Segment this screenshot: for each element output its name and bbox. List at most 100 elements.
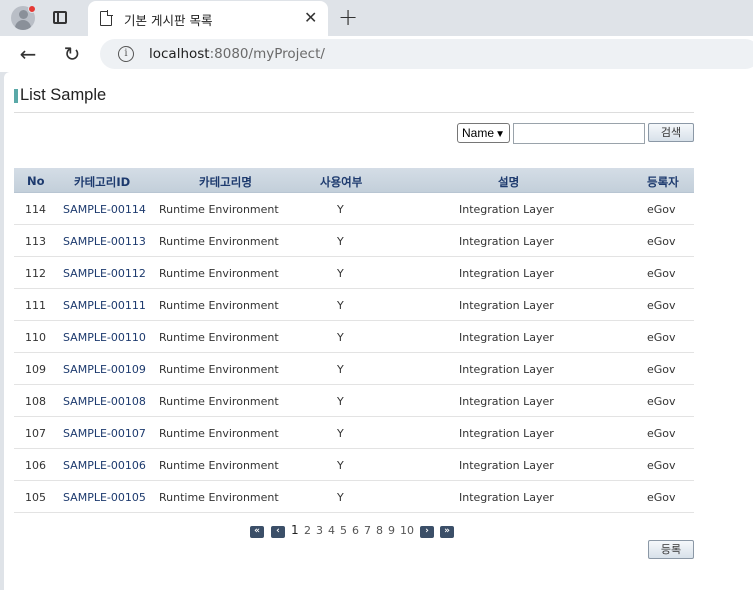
cell-category-id[interactable]: SAMPLE-00106 (63, 459, 146, 472)
cell-use-yn: Y (337, 299, 344, 312)
browser-toolbar: ← ↻ i localhost:8080/myProject/ (0, 36, 753, 72)
info-icon[interactable]: i (118, 46, 134, 62)
header-category-name[interactable]: 카테고리명 (199, 174, 252, 190)
page-number-current[interactable]: 1 (291, 523, 299, 537)
cell-category-id[interactable]: SAMPLE-00109 (63, 363, 146, 376)
cell-category-id[interactable]: SAMPLE-00105 (63, 491, 146, 504)
browser-tab-bar: 기본 게시판 목록 ✕ + (0, 0, 753, 36)
arrow-left-icon[interactable]: ← (16, 42, 40, 66)
cell-category-name: Runtime Environment (159, 267, 279, 280)
table-row[interactable]: 110 SAMPLE-00110 Runtime Environment Y Integ… (14, 321, 694, 353)
cell-description: Integration Layer (459, 395, 554, 408)
close-tab-icon[interactable]: ✕ (304, 9, 317, 27)
cell-use-yn: Y (337, 395, 344, 408)
cell-description: Integration Layer (459, 459, 554, 472)
cell-category-name: Runtime Environment (159, 459, 279, 472)
chevron-down-icon: ▼ (495, 129, 505, 140)
cell-description: Integration Layer (459, 235, 554, 248)
cell-no: 114 (25, 203, 46, 216)
cell-category-name: Runtime Environment (159, 235, 279, 248)
page-number[interactable]: 4 (328, 524, 335, 537)
browser-tab[interactable]: 기본 게시판 목록 ✕ (88, 1, 328, 36)
next-page-button[interactable]: › (420, 526, 434, 538)
cell-category-name: Runtime Environment (159, 427, 279, 440)
header-description[interactable]: 설명 (498, 174, 519, 190)
reload-icon[interactable]: ↻ (60, 42, 84, 66)
table-row[interactable]: 111 SAMPLE-00111 Runtime Environment Y Integ… (14, 289, 694, 321)
cell-register-user: eGov (647, 363, 676, 376)
search-condition-select[interactable]: Name ▼ (457, 123, 510, 143)
page-number[interactable]: 10 (400, 524, 414, 537)
header-no[interactable]: No (27, 174, 45, 188)
cell-no: 106 (25, 459, 46, 472)
cell-no: 108 (25, 395, 46, 408)
new-tab-button[interactable]: + (338, 4, 358, 30)
page-number[interactable]: 6 (352, 524, 359, 537)
tab-title: 기본 게시판 목록 (124, 13, 213, 28)
search-button[interactable]: 검색 (648, 123, 694, 142)
page-number[interactable]: 5 (340, 524, 347, 537)
cell-register-user: eGov (647, 203, 676, 216)
table-row[interactable]: 108 SAMPLE-00108 Runtime Environment Y Integ… (14, 385, 694, 417)
cell-register-user: eGov (647, 299, 676, 312)
cell-no: 112 (25, 267, 46, 280)
cell-no: 113 (25, 235, 46, 248)
last-page-button[interactable]: » (440, 526, 454, 538)
cell-use-yn: Y (337, 459, 344, 472)
page-number[interactable]: 8 (376, 524, 383, 537)
cell-category-id[interactable]: SAMPLE-00112 (63, 267, 146, 280)
page-number[interactable]: 7 (364, 524, 371, 537)
search-input[interactable] (513, 123, 645, 144)
cell-register-user: eGov (647, 267, 676, 280)
url-path: :8080/myProject/ (209, 46, 325, 62)
cell-use-yn: Y (337, 267, 344, 280)
first-page-button[interactable]: « (250, 526, 264, 538)
cell-category-id[interactable]: SAMPLE-00107 (63, 427, 146, 440)
header-use-yn[interactable]: 사용여부 (320, 174, 362, 190)
page-number[interactable]: 9 (388, 524, 395, 537)
cell-description: Integration Layer (459, 427, 554, 440)
cell-description: Integration Layer (459, 299, 554, 312)
table-row[interactable]: 112 SAMPLE-00112 Runtime Environment Y Integ… (14, 257, 694, 289)
cell-no: 107 (25, 427, 46, 440)
cell-category-name: Runtime Environment (159, 491, 279, 504)
table-row[interactable]: 107 SAMPLE-00107 Runtime Environment Y Integ… (14, 417, 694, 449)
table-row[interactable]: 109 SAMPLE-00109 Runtime Environment Y Integ… (14, 353, 694, 385)
page-content: List Sample Name ▼ 검색 No 카테고리ID 카테고리명 사용… (4, 72, 753, 590)
table-row[interactable]: 113 SAMPLE-00113 Runtime Environment Y Integ… (14, 225, 694, 257)
cell-use-yn: Y (337, 203, 344, 216)
cell-category-id[interactable]: SAMPLE-00113 (63, 235, 146, 248)
cell-no: 111 (25, 299, 46, 312)
table-row[interactable]: 105 SAMPLE-00105 Runtime Environment Y Integ… (14, 481, 694, 513)
prev-page-button[interactable]: ‹ (271, 526, 285, 538)
cell-description: Integration Layer (459, 363, 554, 376)
document-icon (100, 10, 113, 26)
cell-register-user: eGov (647, 491, 676, 504)
cell-use-yn: Y (337, 331, 344, 344)
cell-register-user: eGov (647, 331, 676, 344)
table-row[interactable]: 106 SAMPLE-00106 Runtime Environment Y Integ… (14, 449, 694, 481)
table-row[interactable]: 114 SAMPLE-00114 Runtime Environment Y Integ… (14, 193, 694, 225)
header-register-user[interactable]: 등록자 (647, 174, 679, 190)
page-number[interactable]: 3 (316, 524, 323, 537)
cell-description: Integration Layer (459, 267, 554, 280)
cell-register-user: eGov (647, 459, 676, 472)
cell-use-yn: Y (337, 427, 344, 440)
cell-category-name: Runtime Environment (159, 363, 279, 376)
page-number[interactable]: 2 (304, 524, 311, 537)
address-bar[interactable]: i localhost:8080/myProject/ (100, 39, 753, 69)
table-header: No 카테고리ID 카테고리명 사용여부 설명 등록자 (14, 168, 694, 193)
cell-category-id[interactable]: SAMPLE-00111 (63, 299, 146, 312)
cell-category-name: Runtime Environment (159, 331, 279, 344)
cell-register-user: eGov (647, 427, 676, 440)
search-condition-value: Name (462, 126, 495, 140)
title-accent-bar (14, 89, 18, 103)
register-button[interactable]: 등록 (648, 540, 694, 559)
tab-actions-icon[interactable] (50, 8, 70, 28)
header-category-id[interactable]: 카테고리ID (74, 174, 130, 190)
cell-category-id[interactable]: SAMPLE-00108 (63, 395, 146, 408)
url-text[interactable]: localhost:8080/myProject/ (149, 46, 325, 62)
cell-category-id[interactable]: SAMPLE-00110 (63, 331, 146, 344)
cell-category-id[interactable]: SAMPLE-00114 (63, 203, 146, 216)
cell-no: 110 (25, 331, 46, 344)
